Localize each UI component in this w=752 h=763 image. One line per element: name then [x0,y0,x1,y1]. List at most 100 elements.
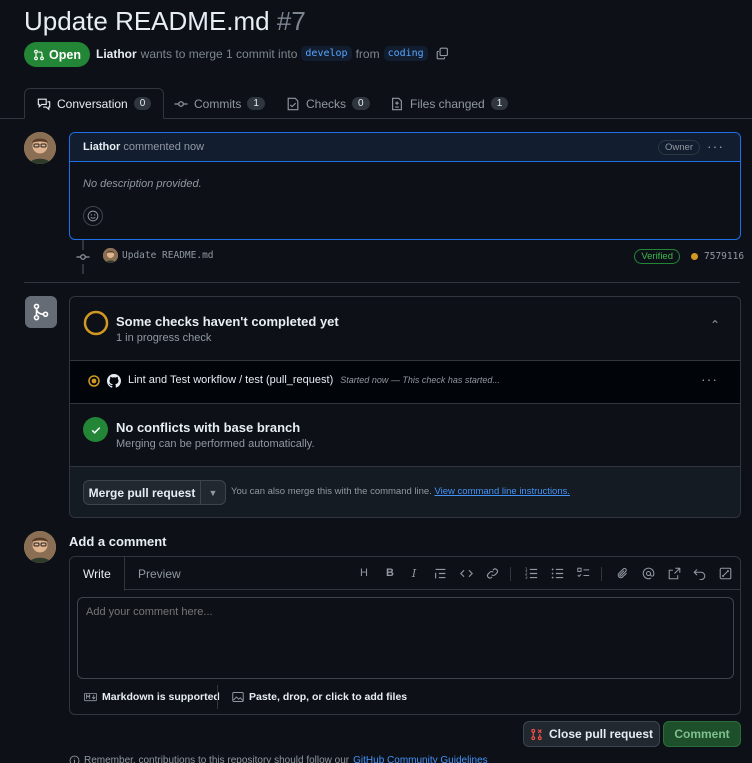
tab-files-changed[interactable]: Files changed 1 [378,88,520,119]
in-progress-icon [88,375,100,387]
comment-textarea[interactable] [77,597,734,679]
comment-time[interactable]: commented now [123,141,204,153]
pr-title: Update README.md [24,6,270,36]
copy-icon[interactable] [436,47,449,60]
merge-status-icon-box [25,296,57,328]
mention-icon[interactable] [640,565,656,581]
check-row[interactable]: Lint and Test workflow / test (pull_requ… [70,361,740,403]
git-pull-request-icon [34,49,44,60]
conflicts-subtitle: Merging can be performed automatically. [116,438,315,450]
divider [70,403,740,404]
bold-icon[interactable]: B [382,565,398,581]
pending-dot-icon[interactable] [691,253,698,260]
kebab-menu-icon[interactable]: ··· [707,138,724,154]
comment-header: Liathor commented now Owner ··· [70,133,740,162]
fullscreen-icon[interactable] [717,565,733,581]
italic-icon[interactable]: I [406,565,422,581]
tab-counter: 0 [133,97,152,110]
task-list-icon[interactable] [575,565,591,581]
quote-icon[interactable] [432,565,448,581]
owner-badge: Owner [658,140,700,155]
tab-label: Conversation [57,96,128,111]
link-icon[interactable] [484,565,500,581]
ordered-list-icon[interactable]: 123 [523,565,539,581]
markdown-icon [84,692,97,702]
guidelines-note: Remember, contributions to this reposito… [69,755,488,763]
merge-pull-request-button[interactable]: Merge pull request ▼ [83,480,226,505]
tab-write[interactable]: Write [70,557,125,591]
verified-badge[interactable]: Verified [634,249,680,264]
cli-instructions-link[interactable]: View command line instructions. [434,486,570,497]
git-commit-icon [76,250,90,264]
markdown-note[interactable]: Markdown is supported [84,691,220,703]
commit-avatar[interactable] [103,248,118,263]
editor-tabs: Write Preview H B I 123 [70,557,740,591]
page-title: Update README.md #7 [24,6,306,37]
toolbar-divider [510,567,511,581]
guidelines-link[interactable]: GitHub Community Guidelines [353,755,488,763]
from-text: from [355,46,380,61]
pr-meta: Liathor wants to merge 1 commit into dev… [96,46,449,61]
tab-preview[interactable]: Preview [125,557,194,590]
close-label: Close pull request [548,727,654,741]
check-status: Started now — This check has started... [340,375,500,385]
close-pull-request-button[interactable]: Close pull request [523,721,660,747]
checks-subtitle: 1 in progress check [116,332,212,344]
avatar[interactable] [24,531,56,563]
tab-counter: 1 [247,97,265,110]
author-link[interactable]: Liathor [96,47,137,61]
base-branch[interactable]: develop [301,46,352,61]
triangle-down-icon[interactable]: ▼ [201,481,225,504]
reaction-button[interactable] [83,206,103,226]
pending-ring-icon [83,310,109,336]
footer-divider [217,685,218,709]
guidelines-text: Remember, contributions to this reposito… [84,755,350,763]
tab-conversation[interactable]: Conversation 0 [24,88,165,119]
git-pull-request-closed-icon [531,728,542,740]
git-commit-icon [174,100,188,107]
kebab-menu-icon[interactable]: ··· [701,371,718,387]
comment-body: No description provided. [83,178,202,190]
markdown-label: Markdown is supported [102,691,220,703]
head-branch[interactable]: coding [383,46,428,61]
comment-author[interactable]: Liathor [83,141,120,153]
attach-files-note[interactable]: Paste, drop, or click to add files [232,691,407,703]
add-comment-heading: Add a comment [69,534,167,549]
attach-label: Paste, drop, or click to add files [249,691,408,703]
comment-button[interactable]: Comment [663,721,741,747]
checks-title: Some checks haven't completed yet [116,314,339,329]
commit-message[interactable]: Update README.md [122,250,214,261]
commit-sha[interactable]: 7579116 [704,251,744,262]
git-merge-icon [33,303,49,321]
status-label: Open [49,47,81,62]
tab-commits[interactable]: Commits 1 [162,88,277,119]
tab-counter: 0 [352,97,370,110]
check-icon [91,426,100,434]
undo-icon[interactable] [691,565,707,581]
merge-box: Some checks haven't completed yet 1 in p… [69,296,741,518]
avatar[interactable] [24,132,56,164]
status-badge: Open [24,42,90,67]
heading-icon[interactable]: H [356,565,372,581]
comment-discussion-icon [37,98,51,110]
tab-checks[interactable]: Checks 0 [274,88,382,119]
file-diff-icon [392,97,402,110]
tab-label: Commits [194,96,242,111]
unordered-list-icon[interactable] [549,565,565,581]
reference-icon[interactable] [666,565,682,581]
smiley-icon [87,210,99,222]
toolbar-divider [601,567,602,581]
attach-icon[interactable] [614,565,630,581]
svg-text:3: 3 [525,575,528,580]
check-name[interactable]: Lint and Test workflow / test (pull_requ… [128,374,333,386]
success-icon-box [83,417,108,442]
checklist-icon [287,97,299,110]
tab-label: Checks [306,96,347,111]
cli-hint: You can also merge this with the command… [231,486,432,497]
code-icon[interactable] [458,565,474,581]
tab-counter: 1 [490,97,509,110]
comment-editor: Write Preview H B I 123 Add your comment… [69,556,741,715]
merge-button-label[interactable]: Merge pull request [84,481,201,504]
github-logo-icon [107,374,121,388]
chevron-up-icon[interactable]: ⌃ [710,318,720,332]
